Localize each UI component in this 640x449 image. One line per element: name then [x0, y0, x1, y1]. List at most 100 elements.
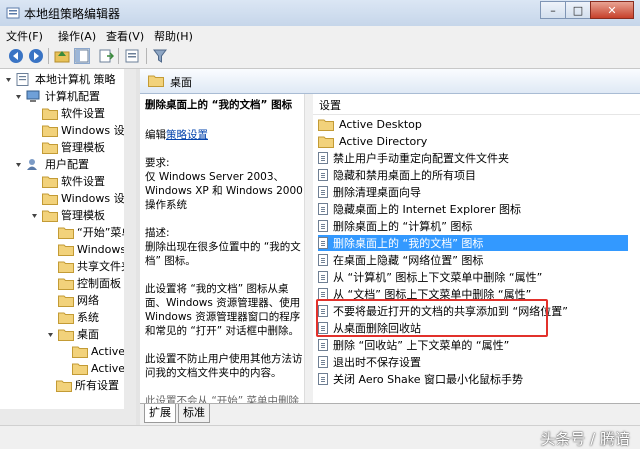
folder-icon [58, 277, 74, 290]
tree-computer-config[interactable]: 计算机配置 [14, 88, 100, 104]
list-item[interactable]: 删除清理桌面向导 [318, 184, 628, 200]
list-item[interactable]: 从桌面删除回收站 [318, 320, 628, 336]
list-item[interactable]: 删除 “回收站” 上下文菜单的 “属性” [318, 337, 628, 353]
policy-setting-icon [318, 220, 328, 232]
list-item[interactable]: 从 “文档” 图标上下文菜单中删除 “属性” [318, 286, 628, 302]
collapse-icon[interactable] [46, 330, 55, 339]
policy-setting-icon [318, 152, 328, 164]
tree-uc-software[interactable]: 软件设置 [42, 173, 105, 189]
tree-uc-admin[interactable]: 管理模板 [30, 207, 105, 223]
list-item-label: 从 “计算机” 图标上下文菜单中删除 “属性” [333, 271, 543, 284]
tree-cc-software[interactable]: 软件设置 [42, 105, 105, 121]
folder-icon [318, 118, 334, 131]
list-item-label: Active Directory [339, 134, 428, 148]
collapse-icon[interactable] [14, 160, 23, 169]
edit-prefix: 编辑 [145, 129, 166, 141]
tree-uc-windows[interactable]: Windows 设置 [42, 190, 136, 206]
tree-network[interactable]: 网络 [58, 292, 99, 308]
tree-label: 管理模板 [61, 209, 105, 222]
tree-cc-admin[interactable]: 管理模板 [42, 139, 105, 155]
description-line: Windows 资源管理器窗口的程序 [145, 311, 301, 323]
description-scrollbar[interactable] [304, 94, 313, 404]
tree-label: 计算机配置 [45, 90, 100, 103]
description-label: 描述: [145, 227, 170, 239]
list-item[interactable]: 关闭 Aero Shake 窗口最小化鼠标手势 [318, 371, 628, 387]
list-item-label: 删除桌面上的 “计算机” 图标 [333, 220, 473, 233]
tree-horizontal-scrollbar[interactable] [0, 409, 136, 425]
tree-system[interactable]: 系统 [58, 309, 99, 325]
maximize-button[interactable]: □ [565, 1, 591, 19]
tab-extended[interactable]: 扩展 [144, 404, 176, 423]
details-header: 桌面 [140, 69, 640, 94]
collapse-icon[interactable] [14, 92, 23, 101]
policy-setting-icon [318, 169, 328, 181]
list-item[interactable]: 退出时不保存设置 [318, 354, 628, 370]
tree-user-config[interactable]: 用户配置 [14, 156, 89, 172]
menu-bar: 文件(F) 操作(A) 查看(V) 帮助(H) [0, 26, 640, 44]
folder-icon [56, 379, 72, 392]
close-button[interactable]: ✕ [590, 1, 634, 19]
tree-vertical-scrollbar[interactable] [124, 69, 136, 409]
description-line: 此设置不防止用户使用其他方法访 [145, 353, 303, 365]
minimize-button[interactable]: – [540, 1, 566, 19]
folder-icon [58, 260, 74, 273]
list-item-label: 删除清理桌面向导 [333, 186, 421, 199]
list-item[interactable]: 从 “计算机” 图标上下文菜单中删除 “属性” [318, 269, 628, 285]
up-folder-icon[interactable] [54, 48, 70, 64]
back-icon[interactable] [8, 48, 24, 64]
edit-policy-link[interactable]: 策略设置 [166, 129, 208, 141]
tree-label: 软件设置 [61, 107, 105, 120]
window-title: 本地组策略编辑器 [24, 7, 121, 21]
list-item-label: 从 “文档” 图标上下文菜单中删除 “属性” [333, 288, 532, 301]
policy-title: 删除桌面上的 “我的文档” 图标 [145, 99, 293, 111]
view-tabs: 扩展 标准 [140, 403, 640, 426]
list-item[interactable]: 隐藏和禁用桌面上的所有项目 [318, 167, 628, 183]
policy-setting-icon [318, 271, 328, 283]
list-item-label: 从桌面删除回收站 [333, 322, 421, 335]
computer-icon [26, 90, 42, 103]
folder-icon [148, 74, 164, 90]
folder-icon [318, 135, 334, 148]
list-item[interactable]: 删除桌面上的 “计算机” 图标 [318, 218, 628, 234]
tree-all-settings[interactable]: 所有设置 [56, 377, 119, 393]
list-item[interactable]: 禁止用户手动重定向配置文件文件夹 [318, 150, 628, 166]
folder-icon [72, 362, 88, 375]
folder-icon [42, 141, 58, 154]
list-item-label: 隐藏桌面上的 Internet Explorer 图标 [333, 203, 521, 216]
column-header-setting[interactable]: 设置 [319, 97, 341, 113]
collapse-icon[interactable] [4, 75, 13, 84]
tree-start-menu[interactable]: “开始”菜单 [58, 224, 132, 240]
list-item[interactable]: 隐藏桌面上的 Internet Explorer 图标 [318, 201, 628, 217]
list-item[interactable]: 不要将最近打开的文档的共享添加到 “网络位置” [318, 303, 628, 319]
folder-icon [58, 311, 74, 324]
properties-icon[interactable] [124, 48, 140, 64]
tree-label: 桌面 [77, 328, 99, 341]
tree-desktop[interactable]: 桌面 [46, 326, 99, 342]
menu-file[interactable]: 文件(F) [6, 28, 43, 44]
tree-shared-folders[interactable]: 共享文件夹 [58, 258, 132, 274]
folder-icon [58, 243, 74, 256]
list-item-selected[interactable]: 删除桌面上的 “我的文档” 图标 [318, 235, 628, 251]
export-list-icon[interactable] [98, 48, 114, 64]
tree-root[interactable]: 本地计算机 策略 [4, 71, 116, 87]
menu-help[interactable]: 帮助(H) [154, 28, 193, 44]
folder-icon [58, 294, 74, 307]
policy-setting-icon [318, 339, 328, 351]
show-hide-tree-icon[interactable] [74, 48, 90, 64]
tree-cc-windows[interactable]: Windows 设置 [42, 122, 136, 138]
collapse-icon[interactable] [30, 211, 39, 220]
list-item-label: 在桌面上隐藏 “网络位置” 图标 [333, 254, 484, 267]
list-item[interactable]: Active Desktop [318, 116, 628, 132]
menu-view[interactable]: 查看(V) [106, 28, 144, 44]
tab-standard[interactable]: 标准 [178, 404, 210, 423]
list-item[interactable]: 在桌面上隐藏 “网络位置” 图标 [318, 252, 628, 268]
description-line: 此设置将 “我的文档” 图标从桌 [145, 283, 289, 295]
policy-setting-icon [318, 254, 328, 266]
policy-setting-icon [318, 237, 328, 249]
tree-label: 管理模板 [61, 141, 105, 154]
list-item[interactable]: Active Directory [318, 133, 628, 149]
forward-icon[interactable] [28, 48, 44, 64]
menu-action[interactable]: 操作(A) [58, 28, 96, 44]
filter-icon[interactable] [152, 48, 168, 64]
tree-control-panel[interactable]: 控制面板 [58, 275, 121, 291]
